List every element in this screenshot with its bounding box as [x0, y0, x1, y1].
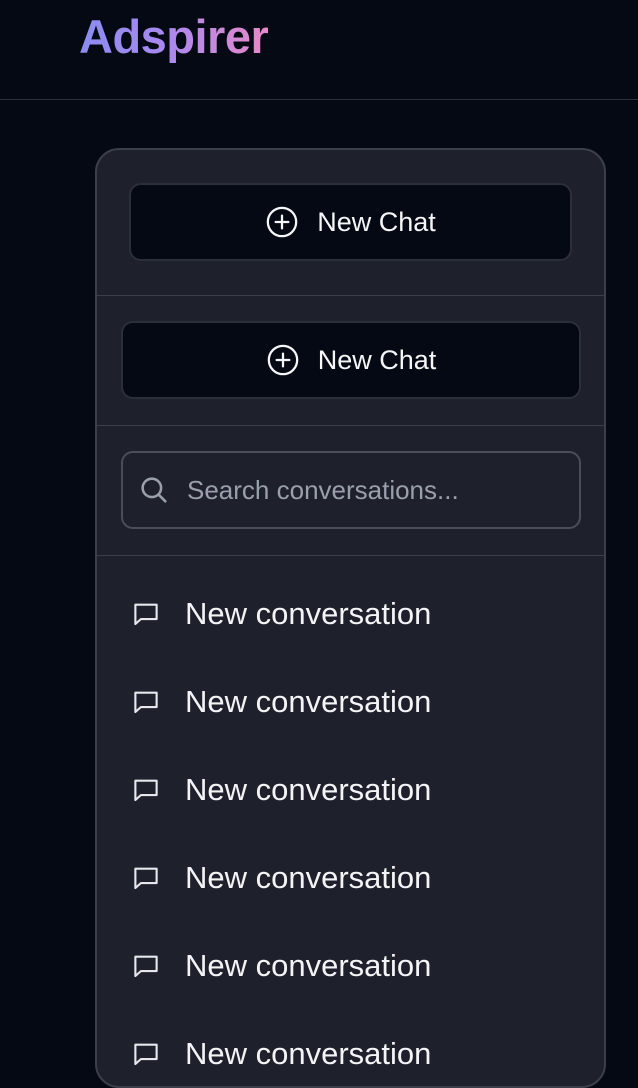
conversation-list: New conversation New conversation New co… — [97, 570, 604, 1086]
divider — [97, 425, 604, 426]
message-square-icon — [131, 863, 161, 893]
plus-circle-icon — [266, 343, 300, 377]
conversation-item[interactable]: New conversation — [97, 570, 604, 658]
conversation-item[interactable]: New conversation — [97, 834, 604, 922]
conversation-item[interactable]: New conversation — [97, 1010, 604, 1086]
search-icon — [137, 473, 171, 507]
conversation-title: New conversation — [185, 772, 432, 807]
conversation-item[interactable]: New conversation — [97, 922, 604, 1010]
new-chat-button-secondary[interactable]: New Chat — [121, 321, 581, 399]
message-square-icon — [131, 951, 161, 981]
conversation-title: New conversation — [185, 1036, 432, 1071]
top-bar: Adspirer — [0, 0, 638, 100]
conversation-item[interactable]: New conversation — [97, 746, 604, 834]
conversation-item[interactable]: New conversation — [97, 658, 604, 746]
message-square-icon — [131, 1039, 161, 1069]
message-square-icon — [131, 775, 161, 805]
app-logo[interactable]: Adspirer — [79, 11, 269, 63]
new-chat-button-primary[interactable]: New Chat — [129, 183, 572, 261]
new-chat-label: New Chat — [317, 344, 437, 375]
conversation-title: New conversation — [185, 684, 432, 719]
search-input[interactable] — [187, 474, 579, 506]
message-square-icon — [131, 599, 161, 629]
chat-sidebar: New Chat New Chat Search conversations..… — [95, 148, 606, 1088]
search-box — [121, 451, 581, 529]
conversation-title: New conversation — [185, 596, 432, 631]
new-chat-label: New Chat — [317, 206, 436, 237]
message-square-icon — [131, 687, 161, 717]
conversation-title: New conversation — [185, 860, 432, 895]
conversation-title: New conversation — [185, 948, 432, 983]
divider — [97, 555, 604, 556]
plus-circle-icon — [265, 205, 299, 239]
divider — [97, 295, 604, 296]
